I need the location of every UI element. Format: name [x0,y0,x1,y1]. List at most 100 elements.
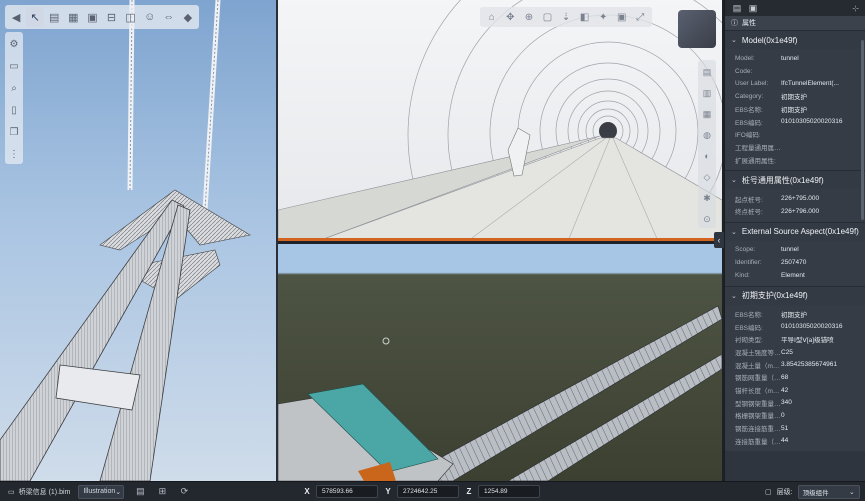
property-key: Model: [735,54,755,62]
properties-panel: ▤ ▣ ⊹ ⓘ 属性 ⌄ Model(0x1e49f) Model: tunnel Co… [724,0,865,481]
section-header[interactable]: ⌄ 初期支护(0x1e49f) [725,285,865,305]
filter-icon[interactable]: ▥ [700,85,714,101]
property-key: Kind: [735,271,750,279]
viewport-left-bridge[interactable]: ◀ ↖ ▤ ▦ ▣ ⊟ ◫ ☺ ⇔ ◆ ⚙ ▭ ⌕ ▯ ❐ ⋮ [0,0,276,481]
layers-toggle-icon[interactable]: ▤ [134,486,146,497]
copy-icon[interactable]: ❐ [7,123,21,141]
property-key: 锚杆长度（m）: [735,388,781,396]
tag-icon[interactable]: ◇ [700,169,714,185]
property-key: 格栅钢架重量...: [735,413,781,421]
property-key: 混凝土量（m3）: [735,362,781,370]
property-row: 钢筋网重量（k...: 68 [725,371,865,384]
isolate-icon[interactable]: ▦ [700,106,714,122]
fit-icon[interactable]: ▢ [540,9,556,25]
folder-icon[interactable]: ▭ [7,57,21,75]
section-title: 桩号通用属性(0x1e49f) [741,175,824,185]
camera-icon[interactable]: ▣ [614,9,630,25]
property-key: 钢筋连接筋重量...: [735,426,781,434]
property-row: 锚杆长度（m）: 42 [725,384,865,397]
property-value: 340 [781,399,792,407]
property-value: tunnel [781,54,799,62]
properties-tab-label: 属性 [742,20,756,27]
viewport-toolbar: ⌂ ✥ ⊕ ▢ ⇣ ◧ ✦ ▣ ⤢ [480,7,652,27]
settings-icon[interactable]: ✱ [700,190,714,206]
light-icon[interactable]: ✦ [595,9,611,25]
document-icon[interactable]: ▯ [7,101,21,119]
tree-tab-icon[interactable]: ▤ [731,2,743,14]
property-key: EBS编码: [735,119,763,127]
target-icon[interactable]: ⊙ [700,211,714,227]
property-key: 型钢钢架重量...: [735,400,781,408]
property-value: 0 [781,411,785,419]
viewport-tunnel-exterior[interactable] [278,244,722,481]
property-value: 2507470 [781,259,807,267]
box-icon[interactable]: ▣ [83,7,101,27]
panel-tabs: ▤ ▣ ⊹ [725,0,865,16]
layer-icon: ▢ [765,489,772,496]
section-header[interactable]: ⌄ Model(0x1e49f) [725,30,865,49]
property-value: 初期支护 [781,107,807,115]
property-value: 51 [781,424,789,432]
section-header[interactable]: ⌄ External Source Aspect(0x1e49f) [725,221,865,241]
chevron-down-icon: ⌄ [849,489,855,496]
property-row: 终点桩号: 226+796.000 [725,205,865,218]
render-mode-select[interactable]: Illustration ⌄ [78,484,125,499]
hide-icon[interactable]: ◍ [700,127,714,143]
viewport-tunnel-interior[interactable]: ⌂ ✥ ⊕ ▢ ⇣ ◧ ✦ ▣ ⤢ ▤ ▥ ▦ ◍ ◐ ◇ ✱ ⊙ [278,0,722,241]
back-icon[interactable]: ◀ [7,7,25,27]
color-icon[interactable]: ◐ [700,148,714,164]
property-key: 混凝土强度等级: [735,350,781,358]
chevron-down-icon: ⌄ [115,488,122,496]
property-row: 衬砌类型: 平导Ⅰ型Ⅴ[a]级锚喷 [725,333,865,346]
layer-select[interactable]: 顶级组件 ⌄ [797,485,860,499]
snap-icon[interactable]: ⊞ [156,486,168,497]
gear-icon[interactable]: ⚙ [7,35,21,53]
property-value: 初期支护 [781,94,807,102]
panel-collapse-toggle[interactable]: ‹ [714,232,724,248]
property-row: 钢筋连接筋重量...:51 [725,422,865,435]
property-row: 起点桩号: 226+795.000 [725,192,865,205]
section-header[interactable]: ⌄ 桩号通用属性(0x1e49f) [725,170,865,190]
y-value: 2724642.25 [397,485,459,498]
layers-icon[interactable]: ▤ [45,7,63,27]
section-icon[interactable]: ◫ [122,7,140,27]
measure-icon[interactable]: ⊟ [102,7,120,27]
coord-z: Z 1254.89 [464,485,540,498]
fullscreen-icon[interactable]: ⤢ [633,9,649,25]
section-body: EBS名称: 初期支护 EBS编码: 01010305020020316 衬砌类型: 平导… [725,304,865,452]
property-value: tunnel [781,246,799,254]
link-icon[interactable]: ⇔ [160,7,178,27]
navigation-cube[interactable] [678,10,716,48]
bridge-pier-model [0,0,251,481]
z-value: 1254.89 [478,485,540,498]
property-value: 42 [781,386,789,394]
walk-icon[interactable]: ⇣ [558,9,574,25]
pin-icon[interactable]: ⊹ [852,4,859,13]
properties-tab-icon[interactable]: ▣ [747,2,759,14]
property-row: Kind: Element [725,269,865,282]
person-icon[interactable]: ☺ [141,7,159,27]
section-body: 起点桩号: 226+795.000 终点桩号: 226+796.000 [725,189,865,222]
section-box-icon[interactable]: ◧ [577,9,593,25]
select-icon[interactable]: ▤ [700,64,714,80]
grid-icon[interactable]: ▦ [64,7,82,27]
cursor-icon[interactable]: ↖ [26,7,45,27]
chevron-down-icon: ⌄ [731,228,737,236]
property-key: 扩展通用属性: [735,157,776,165]
ruler-icon[interactable]: ⋮ [7,145,21,163]
zoom-icon[interactable]: ⊕ [521,9,537,25]
property-value: 68 [781,373,789,381]
file-icon: ▭ [8,488,15,496]
property-key: Code: [735,67,753,75]
status-bar: ▭ 桥梁信息 (1).bim Illustration ⌄ ▤ ⊞ ⟳ X 57… [0,481,865,501]
coord-y: Y 2724642.25 [383,485,459,498]
sync-icon[interactable]: ⟳ [178,486,190,497]
search-icon[interactable]: ⌕ [7,79,21,97]
panel-scrollbar[interactable] [861,40,864,220]
orbit-icon[interactable]: ✥ [503,9,519,25]
tunnel-exterior-model [278,305,722,481]
properties-tab[interactable]: ⓘ 属性 [725,16,865,30]
section-title: External Source Aspect(0x1e49f) [741,227,859,237]
eraser-icon[interactable]: ◆ [179,7,197,27]
home-icon[interactable]: ⌂ [484,9,500,25]
